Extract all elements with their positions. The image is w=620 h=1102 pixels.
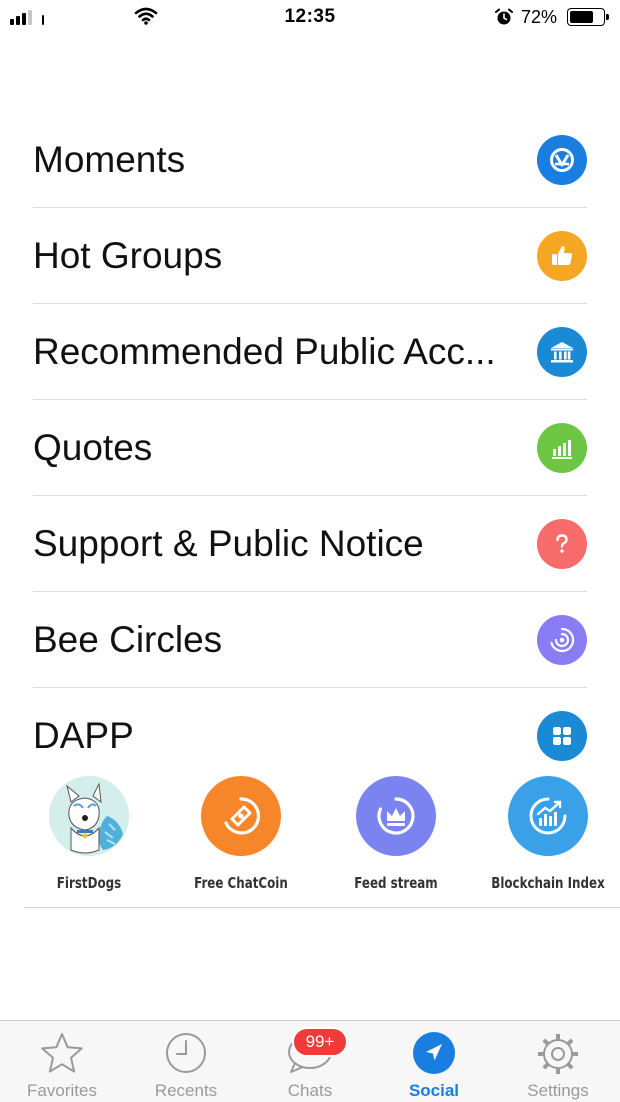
gear-icon <box>538 1034 578 1074</box>
tab-label: Settings <box>527 1081 589 1100</box>
circles-icon <box>537 614 587 665</box>
grid-icon <box>537 711 587 761</box>
dapp-free-chatcoin[interactable]: Free ChatCoin <box>176 776 306 892</box>
tab-favorites[interactable]: Favorites <box>0 1021 124 1102</box>
dapp-label: Feed stream <box>354 874 438 892</box>
tab-label: Social <box>408 1081 460 1100</box>
battery-percentage: 72% <box>521 7 558 27</box>
dapp-label: FirstDogs <box>56 874 122 892</box>
tab-social[interactable]: Social <box>372 1021 496 1102</box>
status-bar: 12:35 72% <box>0 0 620 36</box>
alarm-icon <box>495 8 513 25</box>
thumbs-up-icon <box>537 230 587 281</box>
tab-label: Favorites <box>27 1081 97 1100</box>
dog-avatar-icon <box>49 776 129 856</box>
menu-item-hot-groups[interactable]: Hot Groups <box>33 208 587 304</box>
tab-recents[interactable]: Recents <box>124 1021 248 1102</box>
institution-icon <box>537 326 587 377</box>
tab-label: Chats <box>287 1081 333 1100</box>
chats-unread-badge: 99+ <box>292 1027 348 1057</box>
menu-item-label: Quotes <box>33 426 153 468</box>
menu-item-bee-circles[interactable]: Bee Circles <box>33 592 587 688</box>
menu-item-moments[interactable]: Moments <box>33 112 587 208</box>
menu-item-label: Moments <box>33 138 186 180</box>
question-icon <box>537 518 587 569</box>
menu-item-quotes[interactable]: Quotes <box>33 400 587 496</box>
star-icon <box>41 1033 83 1073</box>
coin-icon <box>201 776 281 856</box>
menu-item-label: Recommended Public Acc... <box>33 330 496 372</box>
battery-fill <box>570 11 594 23</box>
clock-icon <box>166 1033 206 1073</box>
tab-bar: Favorites Recents Chats 99+ Social Setti… <box>0 1020 620 1102</box>
menu-item-label: Support & Public Notice <box>33 522 424 564</box>
menu-item-label: DAPP <box>33 715 134 756</box>
menu-item-dapp[interactable]: DAPP <box>33 688 587 784</box>
dapp-feed-stream[interactable]: Feed stream <box>331 776 461 892</box>
dapp-label: Blockchain Index <box>491 874 605 892</box>
menu-item-support-public-notice[interactable]: Support & Public Notice <box>33 496 587 592</box>
tab-label: Recents <box>154 1081 218 1100</box>
crown-icon <box>356 776 436 856</box>
bar-chart-icon <box>537 422 587 473</box>
dapp-blockchain-index[interactable]: Blockchain Index <box>483 776 613 892</box>
social-menu-list: Moments Hot Groups Recommended Public Ac… <box>33 112 587 784</box>
index-chart-icon <box>508 776 588 856</box>
tab-settings[interactable]: Settings <box>496 1021 620 1102</box>
dapp-app-row: FirstDogs Free ChatCoin Feed stream Bloc… <box>24 776 620 908</box>
menu-item-label: Hot Groups <box>33 234 223 276</box>
dapp-firstdogs[interactable]: FirstDogs <box>24 776 154 892</box>
moments-icon <box>537 134 587 185</box>
menu-item-recommended-public-accounts[interactable]: Recommended Public Acc... <box>33 304 587 400</box>
battery-icon <box>567 8 609 26</box>
dapp-label: Free ChatCoin <box>194 874 288 892</box>
menu-item-label: Bee Circles <box>33 618 223 660</box>
location-arrow-icon <box>413 1032 455 1074</box>
